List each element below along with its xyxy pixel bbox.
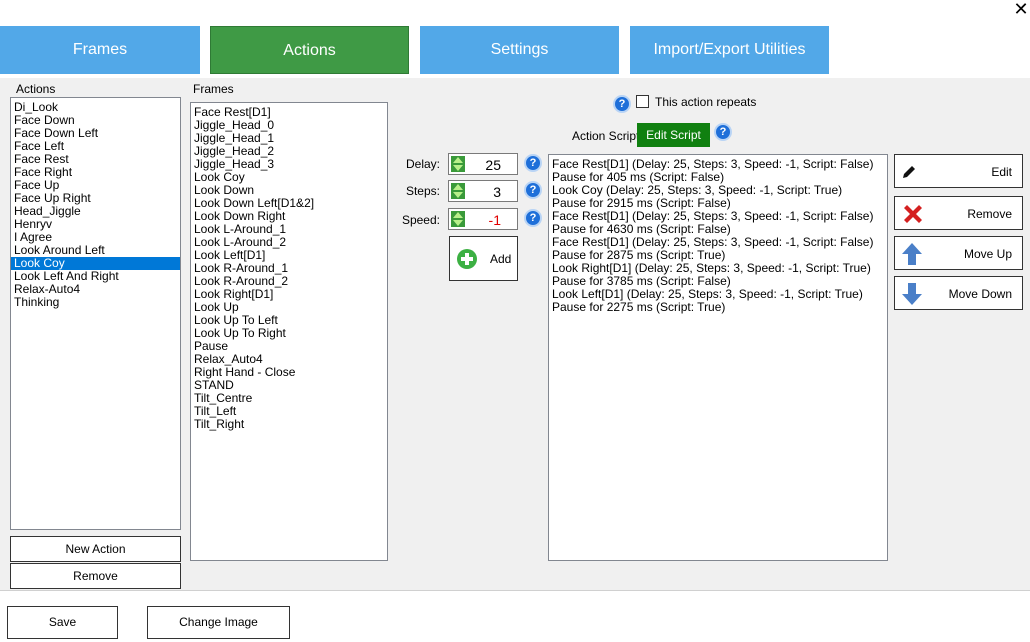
speed-label: Speed:	[401, 213, 440, 227]
remove-button[interactable]: Remove	[894, 196, 1023, 230]
steps-help-icon[interactable]: ?	[524, 181, 542, 199]
tab-settings[interactable]: Settings	[420, 26, 619, 74]
steps-label: Steps:	[405, 184, 440, 198]
delay-help-icon[interactable]: ?	[524, 154, 542, 172]
move-up-label: Move Up	[963, 247, 1012, 261]
speed-stepper[interactable]: -1	[448, 208, 518, 230]
change-image-button[interactable]: Change Image	[147, 606, 290, 639]
edit-label: Edit	[991, 165, 1012, 179]
red-x-icon	[904, 205, 922, 223]
actions-group-label: Actions	[16, 82, 56, 96]
tab-import-export[interactable]: Import/Export Utilities	[630, 26, 829, 74]
delay-label: Delay:	[405, 157, 440, 171]
move-down-label: Move Down	[948, 287, 1012, 301]
speed-value: -1	[488, 212, 501, 228]
spin-arrows-icon[interactable]	[451, 156, 465, 172]
steps-stepper[interactable]: 3	[448, 180, 518, 202]
tab-frames[interactable]: Frames	[0, 26, 200, 74]
list-item[interactable]: Tilt_Right	[191, 418, 387, 431]
add-frame-button[interactable]: Add	[449, 236, 518, 281]
actions-list[interactable]: Di_Look Face Down Face Down Left Face Left F…	[10, 97, 181, 530]
remove-label: Remove	[967, 207, 1012, 221]
frames-group-label: Frames	[193, 82, 234, 96]
close-window-icon[interactable]: ✕	[1013, 0, 1029, 18]
move-up-button[interactable]: Move Up	[894, 236, 1023, 270]
remove-action-button[interactable]: Remove	[10, 563, 181, 589]
actions-tab-content: Actions Di_Look Face Down Face Down Left Fa…	[0, 78, 1030, 591]
repeat-label: This action repeats	[655, 95, 757, 109]
spin-arrows-icon[interactable]	[451, 183, 465, 199]
spin-arrows-icon[interactable]	[451, 211, 465, 227]
list-item[interactable]: Pause for 2275 ms (Script: True)	[549, 301, 887, 314]
add-label: Add	[490, 252, 512, 266]
speed-help-icon[interactable]: ?	[524, 209, 542, 227]
tab-actions[interactable]: Actions	[210, 26, 409, 74]
new-action-button[interactable]: New Action	[10, 536, 181, 562]
edit-button[interactable]: Edit	[894, 154, 1023, 188]
repeat-help-icon[interactable]: ?	[613, 95, 631, 113]
action-script-label: Action Script:	[572, 129, 643, 143]
delay-value: 25	[485, 157, 501, 173]
frames-list[interactable]: Face Rest[D1] Jiggle_Head_0 Jiggle_Head_1 J…	[190, 102, 388, 561]
edit-script-button[interactable]: Edit Script	[637, 123, 710, 147]
action-sequence-list[interactable]: Face Rest[D1] (Delay: 25, Steps: 3, Spee…	[548, 154, 888, 561]
save-button[interactable]: Save	[7, 606, 118, 639]
pencil-icon	[903, 166, 915, 178]
delay-stepper[interactable]: 25	[448, 153, 518, 175]
arrow-down-icon	[902, 283, 922, 305]
list-item[interactable]: Thinking	[11, 296, 180, 309]
repeat-checkbox[interactable]	[636, 95, 649, 108]
move-down-button[interactable]: Move Down	[894, 276, 1023, 310]
steps-value: 3	[493, 184, 501, 200]
arrow-up-icon	[902, 243, 922, 265]
add-plus-icon	[457, 249, 477, 269]
action-script-help-icon[interactable]: ?	[714, 123, 732, 141]
